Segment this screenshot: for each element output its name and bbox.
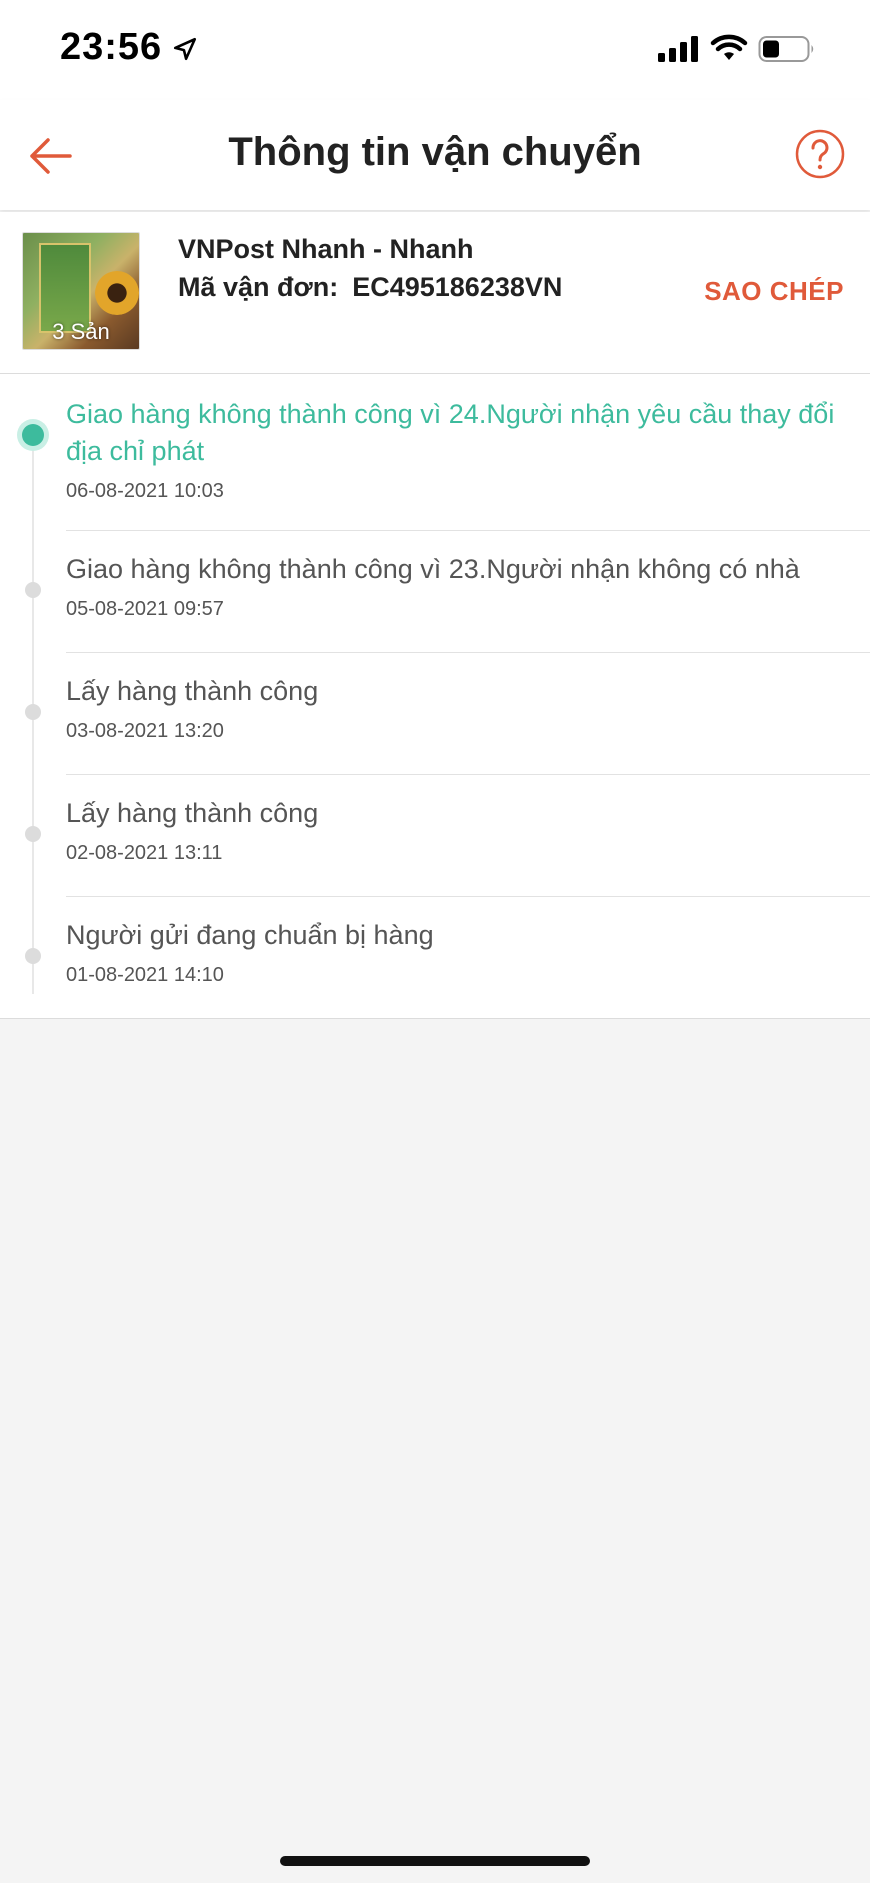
- timeline-status: Lấy hàng thành công: [66, 798, 319, 828]
- timeline-status: Giao hàng không thành công vì 23.Người n…: [66, 554, 800, 584]
- status-time: 23:56: [60, 26, 163, 68]
- tracking-row: Mã vận đơn: EC495186238VN: [178, 272, 562, 303]
- thumbnail-label: 3 Sản: [52, 319, 110, 344]
- cellular-signal-icon: [658, 36, 698, 62]
- home-indicator[interactable]: [280, 1856, 590, 1866]
- shipment-card: 3 Sản VNPost Nhanh - Nhanh Mã vận đơn: EC…: [0, 212, 870, 374]
- timeline-divider: [66, 774, 870, 775]
- timeline-dot: [25, 582, 41, 598]
- timeline-time: 01-08-2021 14:10: [66, 964, 224, 986]
- location-arrow-icon: [173, 37, 197, 61]
- copy-button[interactable]: SAO CHÉP: [704, 276, 844, 307]
- status-bar: 23:56: [0, 0, 870, 100]
- tracking-timeline: Giao hàng không thành công vì 24.Người n…: [0, 374, 870, 1019]
- timeline-time: 02-08-2021 13:11: [66, 842, 223, 864]
- help-icon[interactable]: [794, 128, 846, 180]
- timeline-dot: [25, 826, 41, 842]
- timeline-dot-active: [22, 424, 44, 446]
- product-thumbnail[interactable]: 3 Sản: [22, 232, 140, 350]
- flower-image: [95, 271, 139, 315]
- page-title: Thông tin vận chuyển: [228, 130, 642, 174]
- timeline-divider: [66, 896, 870, 897]
- timeline-dot: [25, 948, 41, 964]
- nav-bar: Thông tin vận chuyển: [0, 100, 870, 210]
- battery-icon: [758, 36, 814, 62]
- wifi-icon: [710, 34, 748, 60]
- timeline-time: 06-08-2021 10:03: [66, 480, 224, 502]
- timeline-time: 03-08-2021 13:20: [66, 720, 224, 742]
- tracking-code: EC495186238VN: [352, 272, 563, 302]
- timeline-time: 05-08-2021 09:57: [66, 598, 224, 620]
- carrier-name: VNPost Nhanh - Nhanh: [178, 234, 474, 264]
- timeline-divider: [66, 652, 870, 653]
- timeline-status: Người gửi đang chuẩn bị hàng: [66, 920, 434, 950]
- timeline-dot: [25, 704, 41, 720]
- timeline-status: Lấy hàng thành công: [66, 676, 319, 706]
- timeline-status: Giao hàng không thành công vì 24.Người n…: [66, 399, 835, 466]
- tracking-label: Mã vận đơn:: [178, 272, 339, 302]
- timeline-divider: [66, 530, 870, 531]
